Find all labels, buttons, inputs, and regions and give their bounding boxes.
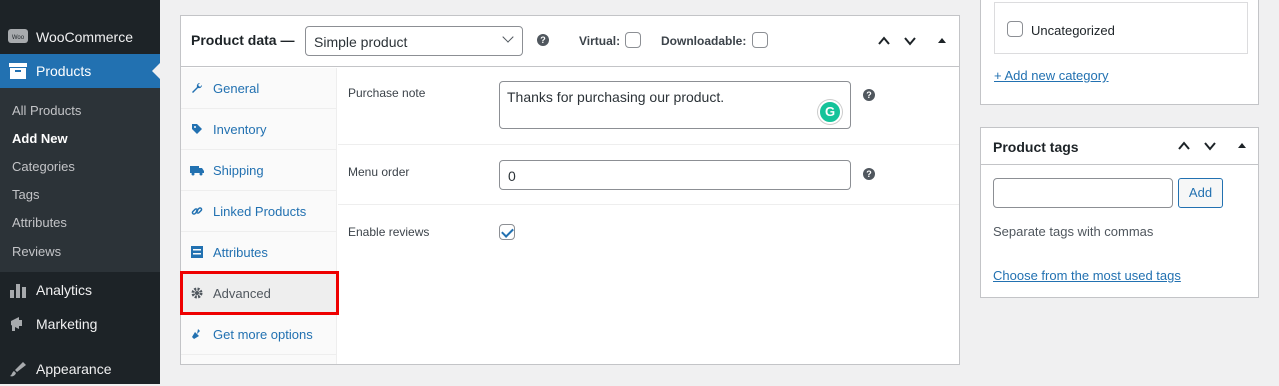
menu-order-label: Menu order (348, 165, 410, 179)
purchase-note-textarea[interactable]: Thanks for purchasing our product. G (499, 81, 851, 129)
menu-order-value: 0 (508, 168, 516, 184)
submenu-tags[interactable]: Tags (12, 187, 39, 202)
divider (338, 144, 959, 145)
enable-reviews-checkbox[interactable] (499, 224, 515, 240)
tab-general-label: General (213, 80, 260, 96)
tag-icon (181, 123, 213, 135)
submenu-categories[interactable]: Categories (12, 159, 75, 174)
current-menu-arrow (152, 63, 160, 79)
admin-sidebar: Woo WooCommerce Products All Products Ad… (0, 0, 160, 384)
product-data-title: Product data — (191, 32, 295, 48)
wrench-icon (181, 82, 213, 94)
tags-hint: Separate tags with commas (993, 224, 1154, 239)
list-icon (181, 246, 213, 258)
submenu-all-products[interactable]: All Products (12, 103, 81, 118)
menu-analytics[interactable]: Analytics (0, 273, 160, 307)
tab-inventory[interactable]: Inventory (181, 109, 337, 150)
product-categories-panel: Uncategorized + Add new category (980, 0, 1259, 105)
paintbrush-icon (0, 361, 36, 377)
add-new-category-link[interactable]: + Add new category (994, 68, 1109, 83)
tab-general[interactable]: General (181, 68, 337, 109)
tab-attributes[interactable]: Attributes (181, 232, 337, 273)
highlight-box (180, 271, 339, 315)
virtual-label: Virtual: (579, 34, 621, 48)
menu-appearance[interactable]: Appearance (0, 352, 160, 386)
toggle-panel-icon[interactable] (935, 34, 949, 48)
link-icon (181, 205, 213, 217)
downloadable-checkbox[interactable] (752, 32, 768, 48)
tab-shipping[interactable]: Shipping (181, 150, 337, 191)
menu-appearance-label: Appearance (36, 361, 112, 377)
divider (981, 164, 1258, 165)
uncategorized-label: Uncategorized (1031, 23, 1115, 38)
bar-chart-icon (0, 282, 36, 298)
menu-analytics-label: Analytics (36, 282, 93, 298)
product-data-header: Product data — Simple product ? Virtual:… (181, 16, 959, 67)
product-data-tabs: General Inventory Shipping Linked Produc… (181, 68, 337, 364)
megaphone-icon (0, 316, 36, 332)
submenu-attributes[interactable]: Attributes (12, 215, 67, 230)
tab-inventory-label: Inventory (213, 121, 267, 137)
tab-get-more-options-label: Get more options (213, 326, 313, 342)
virtual-checkbox[interactable] (625, 32, 641, 48)
plugin-icon (181, 328, 213, 340)
svg-text:Woo: Woo (12, 35, 25, 41)
menu-marketing-label: Marketing (36, 316, 98, 332)
woocommerce-icon: Woo (0, 29, 36, 45)
chevron-down-icon[interactable] (903, 34, 917, 48)
uncategorized-checkbox[interactable] (1007, 21, 1023, 37)
products-submenu: All Products Add New Categories Tags Att… (0, 88, 160, 272)
menu-marketing[interactable]: Marketing (0, 307, 160, 341)
truck-icon (181, 164, 213, 176)
product-type-value: Simple product (314, 34, 408, 50)
tab-linked-products[interactable]: Linked Products (181, 191, 337, 232)
divider (338, 204, 959, 205)
chevron-down-icon[interactable] (1203, 139, 1217, 153)
grammarly-icon[interactable]: G (818, 100, 842, 124)
product-type-select[interactable]: Simple product (305, 26, 523, 56)
tab-get-more-options[interactable]: Get more options (181, 314, 337, 355)
toggle-panel-icon[interactable] (1235, 139, 1249, 153)
chevron-down-icon (502, 31, 514, 43)
most-used-tags-link[interactable]: Choose from the most used tags (993, 268, 1181, 283)
menu-order-input[interactable]: 0 (499, 160, 851, 190)
product-tags-panel: Product tags Add Separate tags with comm… (980, 127, 1259, 298)
chevron-up-icon[interactable] (1177, 139, 1191, 153)
enable-reviews-label: Enable reviews (348, 225, 430, 239)
menu-woocommerce[interactable]: Woo WooCommerce (0, 20, 160, 54)
menu-woocommerce-label: WooCommerce (36, 29, 133, 45)
submenu-reviews[interactable]: Reviews (12, 244, 61, 259)
tab-linked-products-label: Linked Products (213, 203, 307, 219)
menu-products-label: Products (36, 63, 92, 79)
tag-input[interactable] (993, 178, 1173, 208)
chevron-up-icon[interactable] (877, 34, 891, 48)
help-icon[interactable]: ? (863, 89, 875, 101)
purchase-note-value: Thanks for purchasing our product. (507, 89, 725, 105)
help-icon[interactable]: ? (537, 34, 549, 46)
menu-products[interactable]: Products (0, 54, 160, 88)
downloadable-label: Downloadable: (661, 34, 747, 48)
purchase-note-label: Purchase note (348, 86, 426, 100)
tab-attributes-label: Attributes (213, 244, 268, 260)
help-icon[interactable]: ? (863, 168, 875, 180)
category-list: Uncategorized (994, 2, 1248, 54)
add-tag-button[interactable]: Add (1178, 178, 1223, 208)
submenu-add-new[interactable]: Add New (12, 131, 68, 146)
archive-icon (0, 63, 36, 79)
product-tags-title: Product tags (993, 139, 1079, 155)
tab-shipping-label: Shipping (213, 162, 264, 178)
